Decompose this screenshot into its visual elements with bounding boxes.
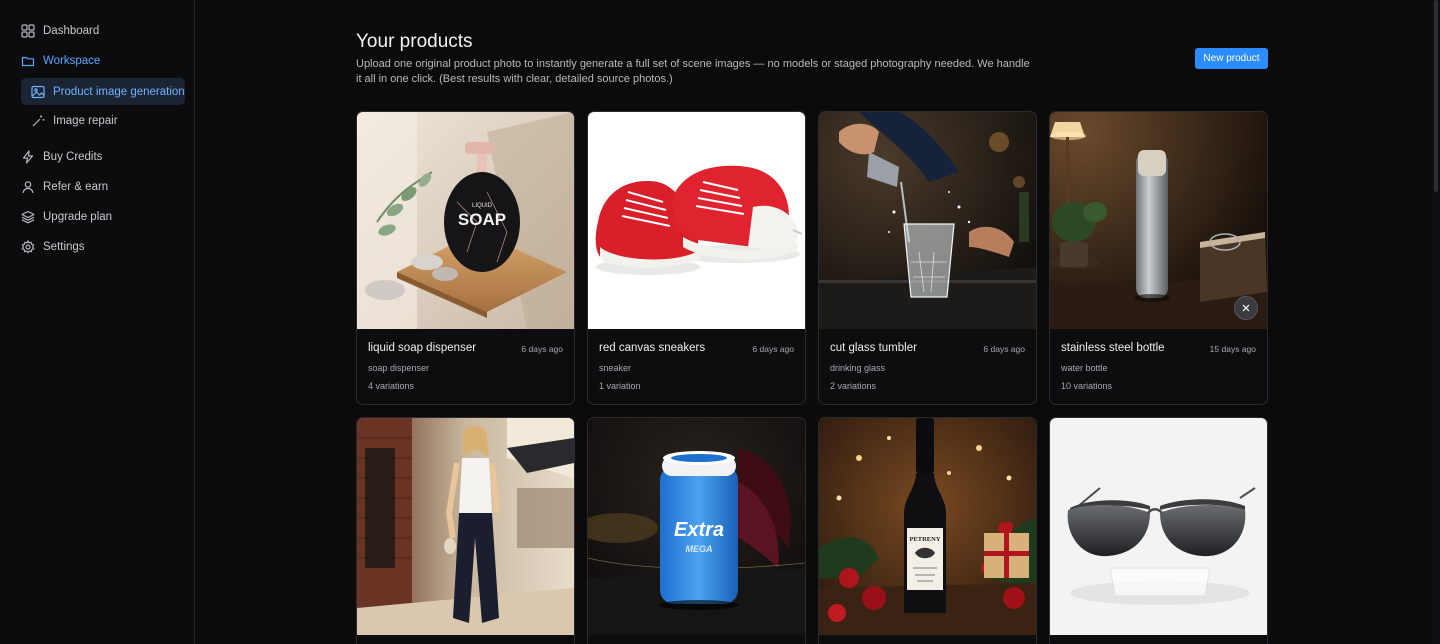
sidebar-item-label: Settings bbox=[43, 241, 85, 253]
product-image bbox=[819, 112, 1036, 329]
svg-text:Extra: Extra bbox=[674, 519, 724, 541]
product-date: 6 days ago bbox=[521, 344, 563, 354]
sidebar-item-label: Product image generation bbox=[53, 85, 185, 98]
page-scrollbar[interactable] bbox=[1432, 0, 1440, 644]
product-date: 15 days ago bbox=[1209, 344, 1256, 354]
svg-text:PETRENY: PETRENY bbox=[909, 536, 940, 543]
magic-wand-icon bbox=[31, 114, 45, 128]
product-card[interactable]: Extra MEGA bbox=[587, 417, 806, 644]
product-name: liquid soap dispenser bbox=[368, 342, 477, 354]
svg-text:LIQUID: LIQUID bbox=[472, 203, 493, 209]
sidebar-item-label: Dashboard bbox=[43, 25, 100, 37]
product-card[interactable]: LIQUID SOAP liquid soap dispenser 6 days… bbox=[356, 111, 575, 405]
product-image bbox=[1050, 112, 1267, 329]
product-variations: 1 variation bbox=[599, 381, 641, 391]
sidebar-item-label: Buy Credits bbox=[43, 151, 103, 163]
scrollbar-thumb[interactable] bbox=[1434, 0, 1438, 192]
close-icon bbox=[1242, 304, 1250, 312]
sidebar-item-refer-earn[interactable]: Refer & earn bbox=[21, 174, 108, 200]
product-category: sneaker bbox=[599, 363, 632, 373]
sidebar-item-label: Refer & earn bbox=[43, 181, 109, 193]
lightning-icon bbox=[21, 150, 35, 164]
product-date: 6 days ago bbox=[752, 344, 794, 354]
product-image: Extra MEGA bbox=[588, 418, 805, 635]
layers-icon bbox=[21, 210, 35, 224]
grid-icon bbox=[21, 24, 35, 38]
product-image bbox=[357, 418, 574, 635]
product-image bbox=[588, 112, 805, 329]
product-date: 6 days ago bbox=[983, 344, 1025, 354]
sidebar-item-label: Image repair bbox=[53, 114, 118, 127]
product-category: soap dispenser bbox=[368, 363, 430, 373]
user-icon bbox=[21, 180, 35, 194]
sidebar-item-dashboard[interactable]: Dashboard bbox=[21, 18, 99, 44]
product-card[interactable]: PETRENY bbox=[818, 417, 1037, 644]
product-category: drinking glass bbox=[830, 363, 886, 373]
svg-text:SOAP: SOAP bbox=[458, 210, 506, 229]
image-icon bbox=[31, 85, 45, 99]
product-card[interactable]: red canvas sneakers 6 days ago sneaker 1… bbox=[587, 111, 806, 405]
sidebar-item-buy-credits[interactable]: Buy Credits bbox=[21, 144, 102, 170]
product-variations: 10 variations bbox=[1061, 381, 1113, 391]
product-name: stainless steel bottle bbox=[1061, 342, 1165, 354]
folder-icon bbox=[21, 54, 35, 68]
sidebar-item-workspace[interactable]: Workspace bbox=[21, 48, 100, 74]
delete-product-button[interactable] bbox=[1234, 296, 1258, 320]
page-title: Your products bbox=[356, 31, 473, 52]
sidebar-item-image-repair[interactable]: Image repair bbox=[21, 107, 185, 134]
sidebar: Dashboard Workspace Product image genera… bbox=[0, 0, 195, 644]
product-card[interactable]: cut glass tumbler 6 days ago drinking gl… bbox=[818, 111, 1037, 405]
new-product-button[interactable]: New product bbox=[1195, 48, 1268, 69]
product-card[interactable]: stainless steel bottle 15 days ago water… bbox=[1049, 111, 1268, 405]
sidebar-item-upgrade-plan[interactable]: Upgrade plan bbox=[21, 204, 112, 230]
product-image: PETRENY bbox=[819, 418, 1036, 635]
gear-icon bbox=[21, 240, 35, 254]
product-image bbox=[1050, 418, 1267, 635]
product-variations: 2 variations bbox=[830, 381, 877, 391]
sidebar-item-label: Workspace bbox=[43, 55, 101, 67]
product-card[interactable] bbox=[356, 417, 575, 644]
product-image: LIQUID SOAP bbox=[357, 112, 574, 329]
page-description: Upload one original product photo to ins… bbox=[356, 58, 1030, 85]
product-name: red canvas sneakers bbox=[599, 342, 706, 354]
product-category: water bottle bbox=[1061, 363, 1108, 373]
product-name: cut glass tumbler bbox=[830, 342, 917, 354]
sidebar-item-label: Upgrade plan bbox=[43, 211, 113, 223]
product-variations: 4 variations bbox=[368, 381, 415, 391]
product-card[interactable] bbox=[1049, 417, 1268, 644]
svg-text:MEGA: MEGA bbox=[686, 544, 713, 554]
sidebar-item-product-image-generation[interactable]: Product image generation bbox=[21, 78, 185, 105]
sidebar-item-settings[interactable]: Settings bbox=[21, 234, 85, 260]
